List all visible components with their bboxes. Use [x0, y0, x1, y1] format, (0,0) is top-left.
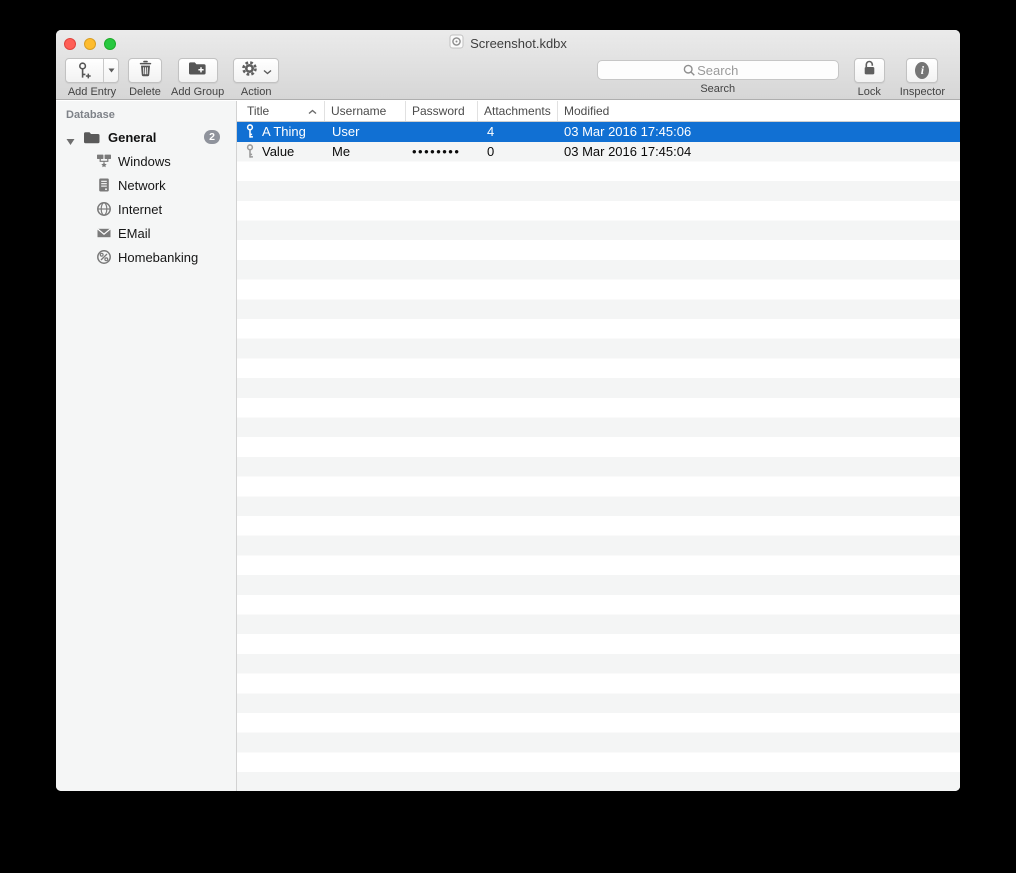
add-entry-label: Add Entry [67, 86, 117, 98]
add-entry-dropdown[interactable] [104, 59, 118, 82]
sidebar-header: Database [66, 109, 115, 121]
search-label: Search [700, 83, 736, 95]
sidebar-item-internet[interactable]: Internet [56, 197, 236, 221]
sidebar-group-general[interactable]: General 2 [56, 125, 236, 149]
table-row[interactable]: Value Me •••••••• 0 03 Mar 2016 17:45:04 [237, 142, 960, 162]
sidebar-item-label: Internet [118, 201, 163, 217]
delete-button[interactable] [128, 58, 162, 83]
sidebar-item-label: Homebanking [118, 249, 199, 265]
window-title: Screenshot.kdbx [470, 36, 567, 51]
column-header-username[interactable]: Username [325, 101, 406, 121]
window-title-area: Screenshot.kdbx [56, 30, 960, 57]
add-entry-button[interactable] [65, 58, 119, 83]
action-item: Action [233, 58, 280, 98]
cell-attachments: 4 [487, 124, 495, 139]
column-header-modified[interactable]: Modified [558, 101, 960, 121]
sidebar-item-windows[interactable]: Windows [56, 149, 236, 173]
gear-icon [241, 60, 258, 82]
traffic-lights [64, 37, 116, 50]
table-row[interactable]: A Thing User 4 03 Mar 2016 17:45:06 [237, 122, 960, 142]
sidebar-item-label: Network [118, 177, 166, 193]
envelope-icon [96, 225, 112, 241]
table-body[interactable]: A Thing User 4 03 Mar 2016 17:45:06 Valu… [237, 122, 960, 791]
dropdown-arrow-icon [108, 68, 114, 73]
sidebar-item-label: EMail [118, 225, 151, 241]
lock-item: Lock [853, 58, 885, 98]
titlebar[interactable]: Screenshot.kdbx [56, 30, 960, 57]
lock-label: Lock [857, 86, 881, 98]
inspector-label: Inspector [899, 86, 945, 98]
add-group-label: Add Group [171, 86, 225, 98]
sort-ascending-icon [308, 104, 317, 118]
delete-item: Delete [128, 58, 162, 98]
cell-attachments: 0 [487, 143, 495, 159]
minimize-button[interactable] [84, 37, 96, 50]
percent-coin-icon [96, 249, 112, 265]
cell-title: A Thing [262, 124, 306, 139]
toolbar: Add Entry Delete Add Group Action Search… [56, 57, 960, 100]
folder-plus-icon [188, 61, 207, 80]
key-plus-icon [66, 59, 104, 82]
add-group-button[interactable] [177, 58, 218, 83]
window-chrome: Screenshot.kdbx Add Entry Delete Add Gro… [56, 30, 960, 100]
sidebar-item-network[interactable]: Network [56, 173, 236, 197]
zoom-button[interactable] [104, 37, 116, 50]
chevron-down-icon [263, 62, 272, 80]
table-header: Title Username Password Attachments Modi… [237, 101, 960, 122]
lock-button[interactable] [853, 58, 885, 83]
add-entry-item: Add Entry [65, 58, 119, 98]
trash-icon [138, 60, 153, 82]
column-header-password[interactable]: Password [406, 101, 478, 121]
info-icon: i [915, 62, 930, 79]
action-label: Action [240, 86, 272, 98]
inspector-button[interactable]: i [906, 58, 939, 83]
key-icon [245, 143, 255, 162]
close-button[interactable] [64, 37, 76, 50]
action-button[interactable] [233, 58, 280, 83]
column-header-attachments[interactable]: Attachments [478, 101, 558, 121]
search-item: Search [596, 58, 839, 98]
cell-username: Me [332, 143, 351, 159]
sidebar: Database General 2 Windows Network Inter… [56, 101, 237, 791]
cell-title: Value [262, 143, 295, 159]
search-input[interactable] [596, 60, 839, 80]
sidebar-item-email[interactable]: EMail [56, 221, 236, 245]
key-icon [245, 124, 255, 142]
delete-label: Delete [129, 86, 161, 98]
sidebar-item-homebanking[interactable]: Homebanking [56, 245, 236, 269]
add-group-item: Add Group [171, 58, 224, 98]
entry-table: Title Username Password Attachments Modi… [237, 101, 960, 791]
macpass-window: Screenshot.kdbx Add Entry Delete Add Gro… [56, 30, 960, 791]
padlock-open-icon [862, 60, 877, 81]
document-icon [449, 34, 464, 54]
inspector-item: i Inspector [900, 58, 945, 98]
column-header-title[interactable]: Title [237, 101, 325, 121]
cell-username: User [332, 124, 360, 139]
entry-count-badge: 2 [204, 130, 220, 144]
cell-password: •••••••• [412, 143, 461, 159]
cell-modified: 03 Mar 2016 17:45:04 [564, 143, 692, 159]
cell-modified: 03 Mar 2016 17:45:06 [564, 124, 692, 139]
sidebar-item-label: Windows [118, 153, 171, 169]
windows-group-icon [96, 153, 112, 169]
network-icon [96, 177, 112, 193]
globe-icon [96, 201, 112, 217]
sidebar-group-label: General [108, 129, 157, 145]
folder-icon [83, 131, 101, 149]
